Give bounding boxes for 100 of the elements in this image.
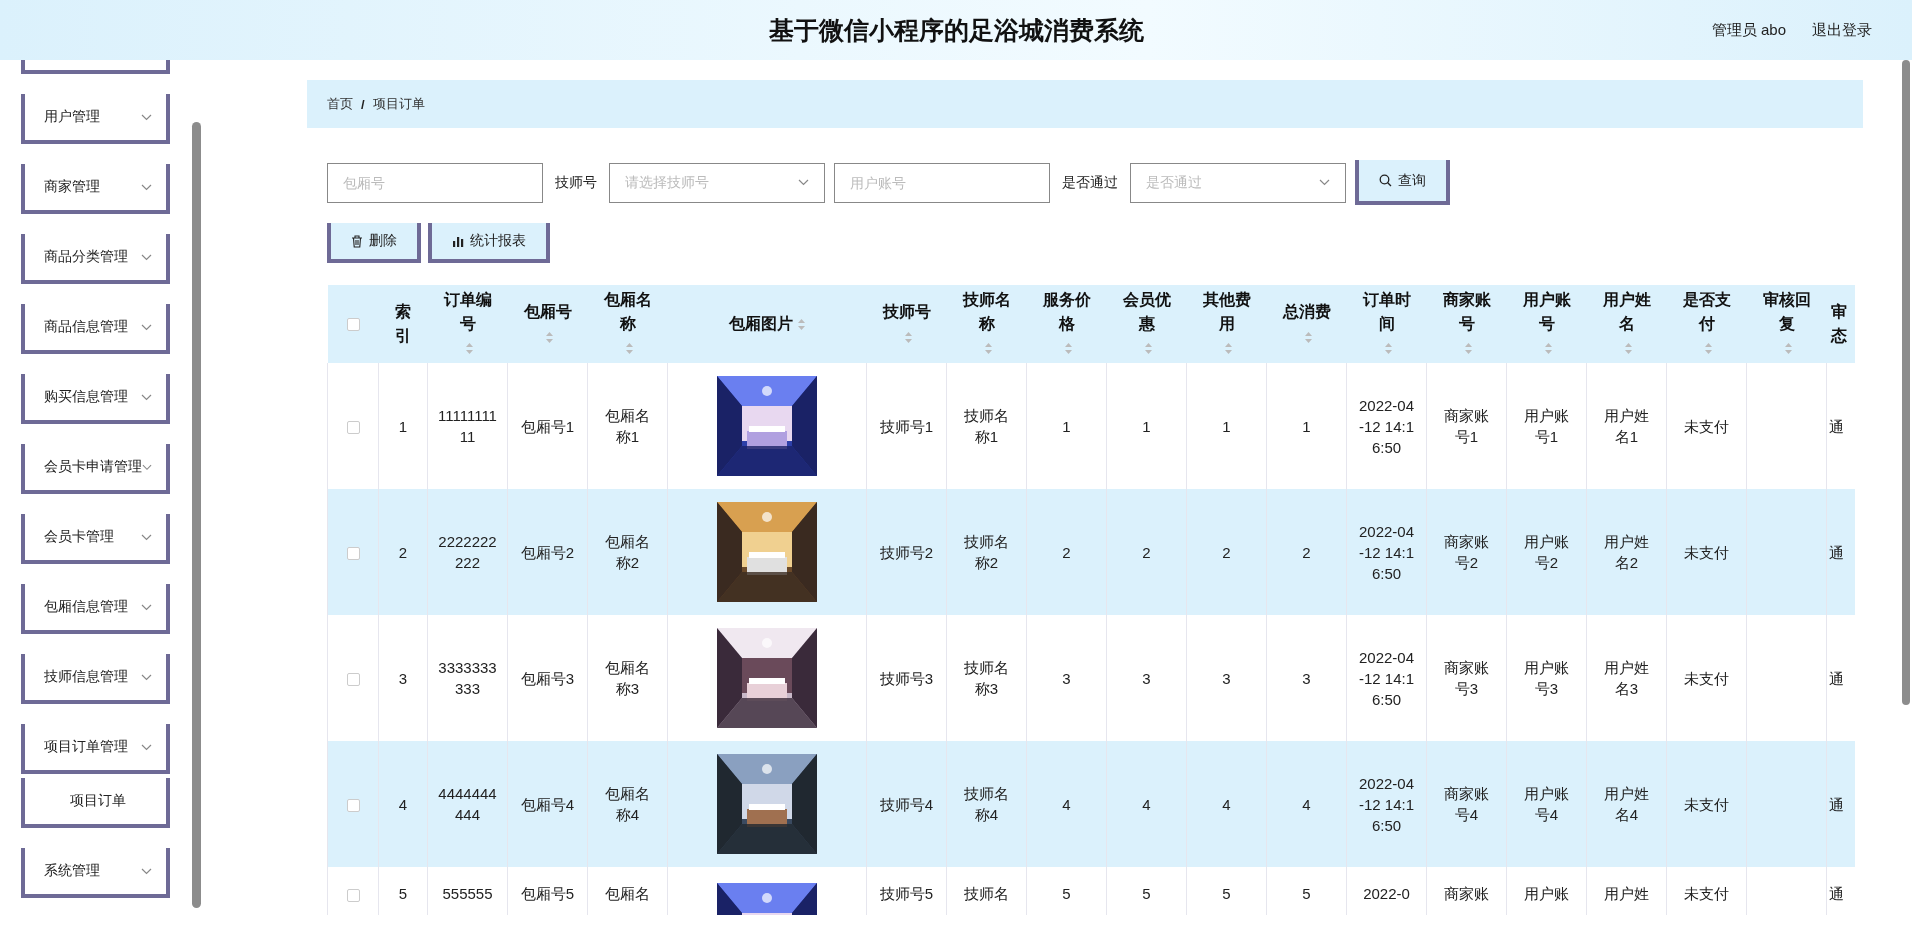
table-cell: 未支付: [1684, 417, 1729, 435]
column-label: 用户姓名: [1601, 290, 1652, 334]
checkbox[interactable]: [346, 888, 360, 902]
table-cell: 通: [1829, 543, 1844, 561]
table-cell: 商家账号4: [1444, 785, 1489, 823]
sort-icon[interactable]: [1304, 330, 1313, 344]
sort-icon[interactable]: [625, 342, 634, 356]
breadcrumb-item[interactable]: 项目订单: [372, 95, 425, 113]
sort-icon[interactable]: [1144, 342, 1153, 356]
column-header[interactable]: 包厢名称: [587, 285, 668, 363]
sidebar-item[interactable]: 用户管理: [21, 94, 170, 144]
table-cell: 未支付: [1684, 885, 1729, 902]
sort-icon[interactable]: [984, 342, 993, 356]
sidebar-item[interactable]: 商家管理: [21, 164, 170, 214]
column-header[interactable]: 包厢号: [507, 285, 588, 363]
checkbox[interactable]: [346, 673, 360, 687]
sort-icon[interactable]: [1224, 342, 1233, 356]
table-cell: 技师号4: [879, 795, 934, 813]
sidebar-item[interactable]: 商品分类管理: [21, 234, 170, 284]
chevron-down-icon: [141, 533, 152, 541]
column-label: 包厢图片: [728, 314, 793, 335]
delete-button[interactable]: 删除: [327, 223, 421, 263]
table-cell: 1: [1062, 417, 1071, 435]
column-header[interactable]: 用户姓名: [1586, 285, 1667, 363]
table-cell: 2222222222: [438, 533, 497, 571]
sort-icon[interactable]: [904, 330, 913, 344]
sort-icon[interactable]: [1464, 342, 1473, 356]
table-cell: 通: [1829, 795, 1844, 813]
user-label: 管理员 abo: [1711, 20, 1786, 40]
input-field[interactable]: 包厢号: [327, 162, 543, 203]
sidebar-item[interactable]: 系统管理: [21, 848, 170, 898]
checkbox[interactable]: [346, 318, 360, 332]
table-cell: 包厢号2: [520, 543, 575, 561]
sidebar-item[interactable]: 会员卡管理: [21, 514, 170, 564]
logout-link[interactable]: 退出登录: [1812, 20, 1872, 40]
checkbox[interactable]: [346, 799, 360, 813]
table-cell: 2: [1222, 543, 1231, 561]
checkbox[interactable]: [346, 421, 360, 435]
table-cell: 5: [398, 885, 408, 902]
table-cell: 1: [1222, 417, 1231, 435]
column-header[interactable]: 订单时间: [1346, 285, 1427, 363]
breadcrumb-item[interactable]: 首页: [327, 95, 353, 113]
column-header[interactable]: 会员优惠: [1106, 285, 1187, 363]
table-cell: 2022-04-12 14:16:50: [1358, 396, 1415, 456]
sidebar-subitem[interactable]: 项目订单: [21, 778, 170, 828]
bar-chart-icon: [452, 235, 464, 247]
table-cell: 商家账号2: [1444, 533, 1489, 571]
table-cell: 1111111111: [438, 407, 497, 445]
chevron-down-icon: [141, 323, 152, 331]
column-header[interactable]: 技师名称: [946, 285, 1027, 363]
sort-icon[interactable]: [796, 317, 806, 331]
table-cell: 2022-04-12 14:16:50: [1358, 774, 1415, 834]
report-button[interactable]: 统计报表: [428, 223, 550, 263]
sort-icon[interactable]: [1784, 342, 1793, 356]
column-header[interactable]: 是否支付: [1666, 285, 1747, 363]
table-cell: 技师名称1: [964, 407, 1009, 445]
scrollbar-thumb[interactable]: [1902, 60, 1910, 705]
column-header[interactable]: 包厢图片: [667, 285, 867, 363]
table-cell: 2022-04-12 14:16:50: [1358, 522, 1415, 582]
sidebar-item[interactable]: 商品信息管理: [21, 304, 170, 354]
table-cell: 2: [1302, 543, 1311, 561]
chevron-down-icon: [141, 673, 152, 681]
column-header[interactable]: 用户账号: [1506, 285, 1587, 363]
table-cell: 555555: [442, 885, 493, 902]
sidebar-item[interactable]: 包厢信息管理: [21, 584, 170, 634]
sort-icon[interactable]: [1064, 342, 1073, 356]
sidebar-item[interactable]: 购买信息管理: [21, 374, 170, 424]
sidebar-item[interactable]: 项目订单管理: [21, 724, 170, 774]
column-header[interactable]: 技师号: [866, 285, 947, 363]
chevron-down-icon: [141, 867, 152, 875]
table-cell: 用户姓名4: [1604, 785, 1649, 823]
chevron-down-icon: [141, 743, 152, 751]
table-cell: 5: [1222, 885, 1231, 902]
table-cell: 未支付: [1684, 795, 1729, 813]
sort-icon[interactable]: [465, 342, 474, 356]
column-header[interactable]: 商家账号: [1426, 285, 1507, 363]
table-cell: 1: [1142, 417, 1151, 435]
table-cell: 4444444444: [438, 785, 497, 823]
sort-icon[interactable]: [545, 330, 554, 344]
search-button[interactable]: 查询: [1355, 160, 1450, 205]
column-header[interactable]: 其他费用: [1186, 285, 1267, 363]
sort-icon[interactable]: [1624, 342, 1633, 356]
table-cell: 用户账: [1524, 885, 1569, 902]
sidebar-item[interactable]: 会员卡申请管理: [21, 444, 170, 494]
sidebar-item[interactable]: 技师信息管理: [21, 654, 170, 704]
scrollbar-thumb[interactable]: [191, 122, 201, 908]
column-header[interactable]: 服务价格: [1026, 285, 1107, 363]
sort-icon[interactable]: [1704, 342, 1713, 356]
column-header[interactable]: 审核回复: [1746, 285, 1827, 363]
table-cell: 用户姓名1: [1604, 407, 1649, 445]
table-cell: 3: [1302, 669, 1311, 687]
input-field[interactable]: 用户账号: [834, 162, 1050, 203]
column-label: 技师名称: [961, 290, 1012, 334]
sort-icon[interactable]: [1384, 342, 1393, 356]
sort-icon[interactable]: [1544, 342, 1553, 356]
search-icon: [1379, 174, 1392, 187]
column-header[interactable]: 总消费: [1266, 285, 1347, 363]
checkbox[interactable]: [346, 547, 360, 561]
column-header[interactable]: 订单编号: [427, 285, 508, 363]
table-cell: 未支付: [1684, 669, 1729, 687]
